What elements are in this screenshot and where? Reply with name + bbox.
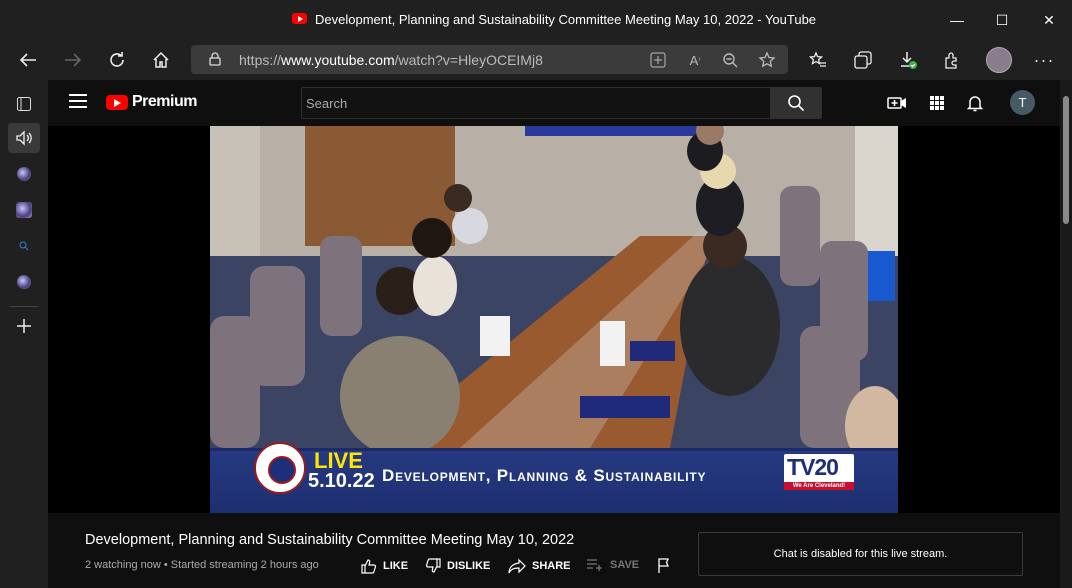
like-button[interactable]: LIKE: [361, 558, 408, 574]
tab-favicon-icon[interactable]: [12, 198, 36, 222]
like-label: LIKE: [383, 560, 409, 572]
premium-label[interactable]: Premium: [132, 93, 197, 111]
youtube-logo-icon[interactable]: [106, 95, 128, 110]
tab-youtube-audio-icon[interactable]: [8, 123, 40, 153]
sidebar-divider: [10, 306, 38, 307]
dislike-button[interactable]: DISLIKE: [425, 558, 490, 574]
scrollbar-thumb[interactable]: [1063, 96, 1069, 224]
maximize-button[interactable]: ☐: [990, 8, 1014, 32]
profile-avatar[interactable]: [986, 47, 1012, 73]
address-bar[interactable]: https://www.youtube.com/watch?v=HleyOCEI…: [191, 45, 788, 74]
search-icon: [788, 95, 805, 112]
tab-search-icon[interactable]: [12, 234, 36, 258]
notifications-bell-icon[interactable]: [964, 92, 986, 114]
home-icon[interactable]: [149, 48, 173, 72]
lock-icon: [209, 52, 221, 66]
read-aloud-icon[interactable]: A ⁾: [683, 48, 707, 72]
youtube-favicon-icon: [292, 13, 307, 24]
create-video-icon[interactable]: [886, 92, 908, 114]
banner-committee-title: Development, Planning & Sustainability: [382, 466, 707, 485]
video-info: Development, Planning and Sustainability…: [48, 513, 1060, 588]
apps-grid-icon[interactable]: [926, 92, 948, 114]
search-button[interactable]: [770, 87, 822, 119]
new-tab-icon[interactable]: [12, 314, 36, 338]
address-url[interactable]: https://www.youtube.com/watch?v=HleyOCEI…: [239, 52, 543, 68]
tv20-logo-text: TV20: [787, 454, 839, 480]
minimize-button[interactable]: —: [945, 8, 969, 32]
video-frame[interactable]: LIVE 5.10.22 Development, Planning & Sus…: [210, 126, 898, 513]
share-label: SHARE: [532, 560, 571, 572]
close-button[interactable]: ✕: [1037, 8, 1061, 32]
tab-favicon-icon[interactable]: [12, 270, 36, 294]
video-title: Development, Planning and Sustainability…: [85, 532, 575, 548]
tab-favicon-icon[interactable]: [12, 162, 36, 186]
extensions-icon[interactable]: [940, 48, 964, 72]
dislike-label: DISLIKE: [447, 560, 491, 572]
meeting-room-image: [210, 126, 898, 466]
page-scrollbar[interactable]: [1060, 80, 1072, 588]
youtube-header: Premium T: [48, 80, 1060, 126]
vertical-tabs-sidebar: [0, 80, 49, 588]
tv20-tagline: We Are Cleveland!: [784, 482, 854, 490]
share-button[interactable]: SHARE: [508, 558, 571, 574]
save-playlist-icon: [587, 559, 602, 571]
refresh-icon[interactable]: [105, 48, 129, 72]
video-meta: 2 watching now • Started streaming 2 hou…: [85, 559, 319, 571]
window-title: Development, Planning and Sustainability…: [315, 12, 817, 27]
more-options-icon[interactable]: ···: [1032, 48, 1056, 72]
app-available-icon[interactable]: [646, 48, 670, 72]
forward-icon[interactable]: [61, 48, 85, 72]
user-avatar[interactable]: T: [1010, 90, 1035, 115]
thumbs-up-icon: [361, 559, 377, 574]
save-label: SAVE: [610, 559, 640, 571]
menu-icon[interactable]: [69, 94, 87, 108]
lower-third-banner: LIVE 5.10.22 Development, Planning & Sus…: [210, 442, 898, 513]
banner-date: 5.10.22: [308, 470, 375, 492]
cleveland-council-seal-icon: [254, 442, 306, 494]
downloads-icon[interactable]: [896, 48, 920, 72]
video-player[interactable]: LIVE 5.10.22 Development, Planning & Sus…: [48, 126, 1060, 513]
search-box[interactable]: [301, 87, 771, 119]
share-icon: [508, 558, 526, 574]
collections-icon[interactable]: [851, 48, 875, 72]
favorites-icon[interactable]: [806, 48, 830, 72]
window-titlebar: Development, Planning and Sustainability…: [0, 0, 1072, 40]
chat-disabled-notice: Chat is disabled for this live stream.: [698, 532, 1023, 576]
thumbs-down-icon: [425, 558, 441, 573]
save-button[interactable]: SAVE: [586, 558, 639, 572]
flag-icon: [658, 558, 669, 573]
tv20-logo: TV20 We Are Cleveland!: [784, 454, 854, 490]
search-input[interactable]: [306, 96, 746, 111]
report-button[interactable]: [657, 558, 671, 574]
zoom-out-icon[interactable]: [718, 48, 742, 72]
add-favorite-icon[interactable]: [755, 48, 779, 72]
tab-actions-icon[interactable]: [12, 92, 36, 116]
back-icon[interactable]: [16, 48, 40, 72]
